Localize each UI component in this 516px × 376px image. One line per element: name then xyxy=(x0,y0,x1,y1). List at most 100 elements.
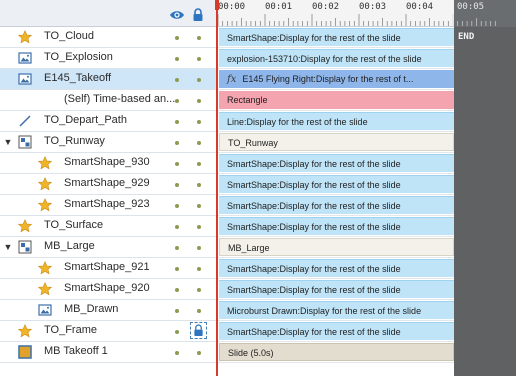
layer-row[interactable]: MB_Drawn xyxy=(0,300,216,321)
timeline-bar[interactable]: fx E145 Flying Right:Display for the rest… xyxy=(219,70,454,88)
lock-toggle[interactable] xyxy=(197,267,201,271)
timeline-bar[interactable]: SmartShape:Display for the rest of the s… xyxy=(219,259,454,277)
layer-panel: TO_Cloud TO_Explosion E145_Takeoff (Self) T… xyxy=(0,0,216,376)
timeline-bar-label: TO_Runway xyxy=(228,138,278,148)
lock-toggle[interactable] xyxy=(197,246,201,250)
layer-row[interactable]: ▼ MB_Large xyxy=(0,237,216,258)
tick-label: 00:01 xyxy=(265,2,293,12)
lock-toggle[interactable] xyxy=(197,78,201,82)
timeline-bar[interactable]: Slide (5.0s) xyxy=(219,343,454,361)
lock-toggle[interactable] xyxy=(190,322,207,339)
timeline-bar[interactable]: SmartShape:Display for the rest of the s… xyxy=(219,217,454,235)
timeline-bar[interactable]: Microburst Drawn:Display for the rest of… xyxy=(219,301,454,319)
playhead-handle[interactable] xyxy=(215,0,219,10)
lock-toggle[interactable] xyxy=(197,36,201,40)
time-ruler[interactable]: 00:00 00:01 00:02 00:03 00:04 00:05 xyxy=(216,0,516,27)
lock-toggle[interactable] xyxy=(197,99,201,103)
lock-toggle[interactable] xyxy=(197,183,201,187)
visibility-toggle[interactable] xyxy=(175,120,179,124)
lock-toggle[interactable] xyxy=(197,225,201,229)
layer-row[interactable]: TO_Surface xyxy=(0,216,216,237)
timeline-bar-label: SmartShape:Display for the rest of the s… xyxy=(227,201,401,211)
layer-row[interactable]: TO_Explosion xyxy=(0,48,216,69)
lock-toggle[interactable] xyxy=(197,120,201,124)
timeline-bar[interactable]: SmartShape:Display for the rest of the s… xyxy=(219,154,454,172)
visibility-toggle[interactable] xyxy=(175,204,179,208)
layer-row[interactable]: SmartShape_923 xyxy=(0,195,216,216)
layer-row[interactable]: TO_Cloud xyxy=(0,27,216,48)
layer-row[interactable]: SmartShape_930 xyxy=(0,153,216,174)
layer-row[interactable]: ▼ TO_Runway xyxy=(0,132,216,153)
layer-row[interactable]: (Self) Time-based an... xyxy=(0,90,216,111)
visibility-toggle[interactable] xyxy=(175,351,179,355)
timeline-rows: SmartShape:Display for the rest of the s… xyxy=(216,27,454,363)
timeline-bar-label: SmartShape:Display for the rest of the s… xyxy=(227,159,401,169)
timeline-bar[interactable]: explosion-153710:Display for the rest of… xyxy=(219,49,454,67)
end-region xyxy=(454,27,516,376)
lock-toggle[interactable] xyxy=(197,351,201,355)
visibility-toggle[interactable] xyxy=(175,246,179,250)
tick-label: 00:00 xyxy=(218,2,246,12)
expand-toggle-icon[interactable]: ▼ xyxy=(3,137,13,147)
visibility-toggle[interactable] xyxy=(175,183,179,187)
visibility-toggle[interactable] xyxy=(175,141,179,145)
layer-row[interactable]: SmartShape_920 xyxy=(0,279,216,300)
timeline-bar-label: Rectangle xyxy=(227,95,268,105)
timeline-panel[interactable]: 00:00 00:01 00:02 00:03 00:04 00:05 Smar… xyxy=(216,0,516,376)
timeline-bar[interactable]: SmartShape:Display for the rest of the s… xyxy=(219,28,454,46)
layer-row[interactable]: SmartShape_921 xyxy=(0,258,216,279)
visibility-toggle[interactable] xyxy=(175,36,179,40)
star-icon xyxy=(38,261,52,275)
timeline-bar-label: SmartShape:Display for the rest of the s… xyxy=(227,33,401,43)
layer-name: TO_Depart_Path xyxy=(44,114,127,126)
timeline-row: SmartShape:Display for the rest of the s… xyxy=(216,216,454,237)
lock-icon[interactable] xyxy=(192,8,204,22)
layer-row[interactable]: E145_Takeoff xyxy=(0,69,216,90)
visibility-toggle[interactable] xyxy=(175,309,179,313)
timeline-bar[interactable]: Rectangle xyxy=(219,91,454,109)
timeline-bar[interactable]: Line:Display for the rest of the slide xyxy=(219,112,454,130)
layer-name: TO_Cloud xyxy=(44,30,94,42)
lock-toggle[interactable] xyxy=(197,141,201,145)
layer-name: (Self) Time-based an... xyxy=(64,93,176,105)
lock-toggle[interactable] xyxy=(197,309,201,313)
layer-row[interactable]: SmartShape_929 xyxy=(0,174,216,195)
visibility-toggle[interactable] xyxy=(175,162,179,166)
timeline-row: SmartShape:Display for the rest of the s… xyxy=(216,321,454,342)
eye-icon[interactable] xyxy=(169,9,185,21)
timeline-bar[interactable]: MB_Large xyxy=(219,238,454,256)
lock-toggle[interactable] xyxy=(197,204,201,208)
timeline-row: Rectangle xyxy=(216,90,454,111)
layer-name: SmartShape_929 xyxy=(64,177,150,189)
end-label: END xyxy=(458,32,475,42)
layer-name: SmartShape_920 xyxy=(64,282,150,294)
visibility-toggle[interactable] xyxy=(175,99,179,103)
group-icon xyxy=(18,135,32,149)
visibility-toggle[interactable] xyxy=(175,267,179,271)
visibility-toggle[interactable] xyxy=(175,225,179,229)
timeline-bar[interactable]: TO_Runway xyxy=(219,133,454,151)
timeline-bar-label: E145 Flying Right:Display for the rest o… xyxy=(242,74,414,84)
visibility-toggle[interactable] xyxy=(175,330,179,334)
expand-toggle-icon[interactable]: ▼ xyxy=(3,242,13,252)
timeline-bar-label: SmartShape:Display for the rest of the s… xyxy=(227,327,401,337)
layer-name: SmartShape_921 xyxy=(64,261,150,273)
timeline-bar[interactable]: SmartShape:Display for the rest of the s… xyxy=(219,322,454,340)
timeline-bar[interactable]: SmartShape:Display for the rest of the s… xyxy=(219,196,454,214)
tick-label: 00:04 xyxy=(406,2,434,12)
lock-toggle[interactable] xyxy=(197,288,201,292)
visibility-toggle[interactable] xyxy=(175,57,179,61)
timeline-row: MB_Large xyxy=(216,237,454,258)
layer-row[interactable]: TO_Frame xyxy=(0,321,216,342)
visibility-toggle[interactable] xyxy=(175,78,179,82)
visibility-toggle[interactable] xyxy=(175,288,179,292)
playhead[interactable] xyxy=(216,0,218,376)
timeline-bar[interactable]: SmartShape:Display for the rest of the s… xyxy=(219,175,454,193)
lock-toggle[interactable] xyxy=(197,162,201,166)
timeline-bar-label: Line:Display for the rest of the slide xyxy=(227,117,368,127)
lock-toggle[interactable] xyxy=(197,57,201,61)
layer-row[interactable]: MB Takeoff 1 xyxy=(0,342,216,363)
layer-list: TO_Cloud TO_Explosion E145_Takeoff (Self) T… xyxy=(0,27,216,363)
layer-row[interactable]: TO_Depart_Path xyxy=(0,111,216,132)
timeline-bar[interactable]: SmartShape:Display for the rest of the s… xyxy=(219,280,454,298)
